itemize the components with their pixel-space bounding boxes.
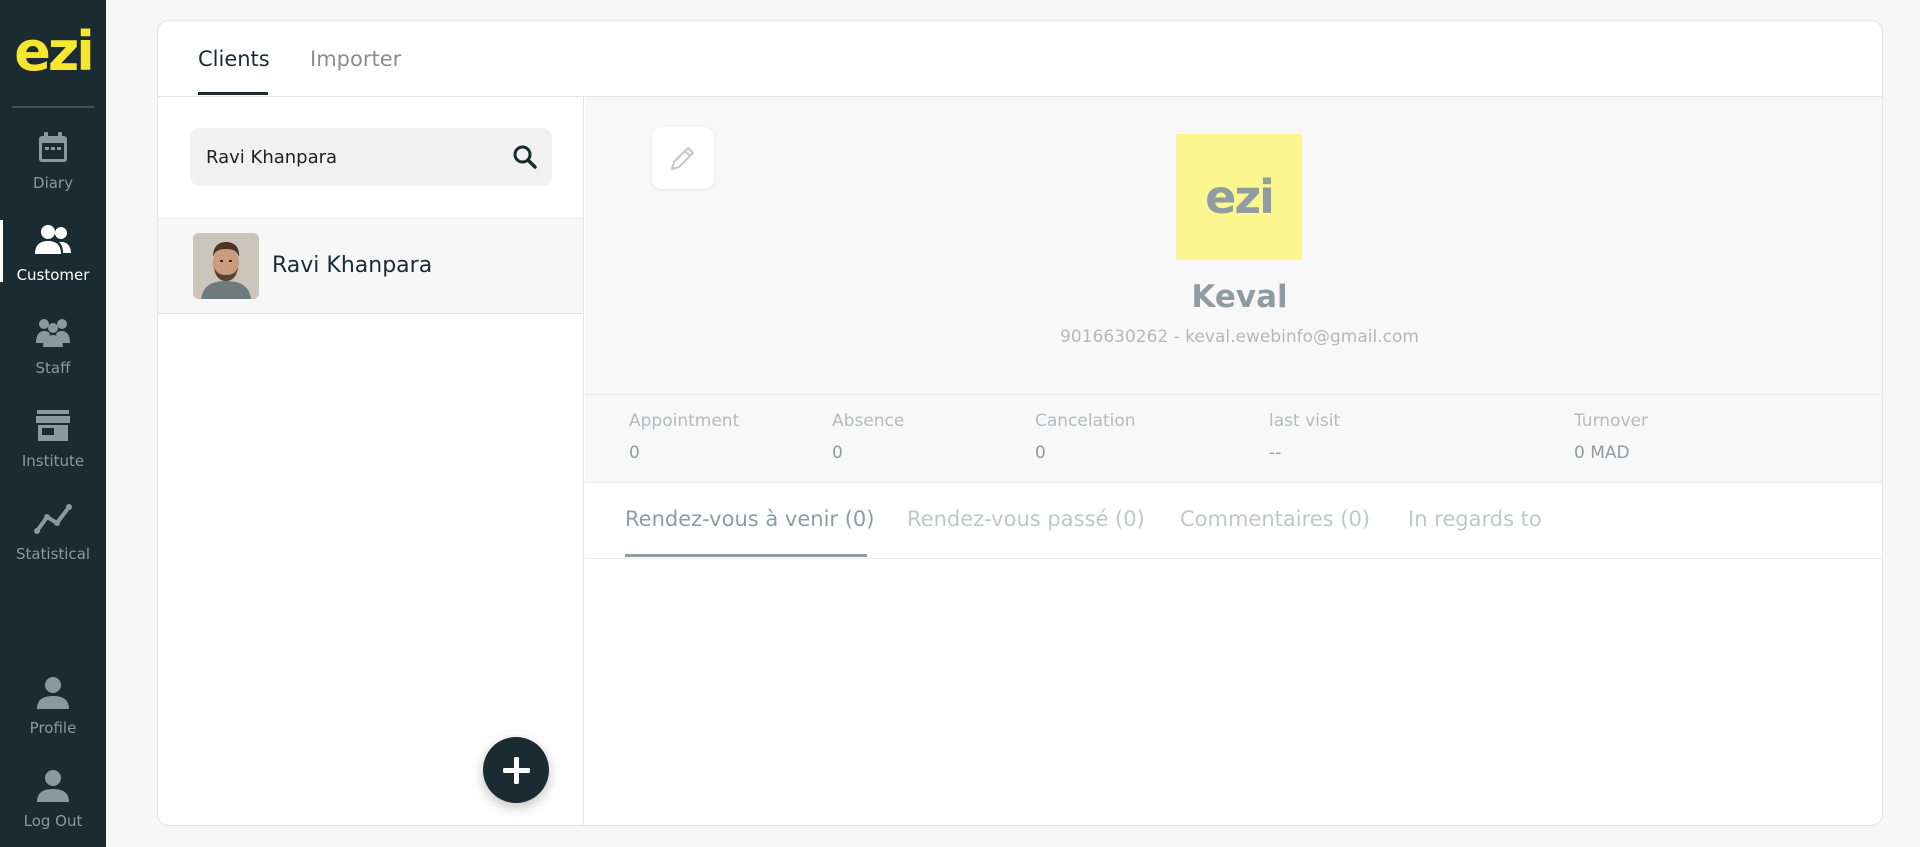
sidebar-item-staff[interactable]: Staff	[0, 313, 106, 393]
avatar	[193, 233, 259, 299]
stats-bar: Appointment 0 Absence 0 Cancelation 0 la…	[585, 395, 1882, 483]
store-icon	[36, 410, 70, 441]
stat-label: Turnover	[1574, 411, 1648, 431]
calendar-icon	[39, 132, 67, 162]
search-input[interactable]	[190, 128, 490, 186]
stat-turnover: Turnover 0 MAD	[1574, 411, 1648, 463]
sidebar-item-label: Statistical	[15, 545, 91, 563]
stat-label: Absence	[832, 411, 905, 431]
sidebar-item-profile[interactable]: Profile	[0, 673, 106, 753]
profile-picture: ezi	[1176, 134, 1302, 260]
sidebar-item-label: Log Out	[23, 812, 83, 830]
stat-value: 0	[629, 443, 640, 463]
tab-clients[interactable]: Clients	[198, 47, 270, 71]
stat-absence: Absence 0	[832, 411, 904, 463]
logout-person-icon	[37, 770, 69, 802]
add-client-button[interactable]	[483, 737, 549, 803]
sidebar-item-label: Profile	[29, 719, 77, 737]
plus-icon	[503, 757, 530, 784]
sidebar-item-customer[interactable]: Customer	[0, 220, 106, 300]
active-tab-indicator	[198, 92, 268, 95]
sidebar-item-institute[interactable]: Institute	[0, 406, 106, 486]
sidebar-divider	[12, 106, 94, 108]
main-tabs: Clients Importer	[158, 21, 1882, 97]
sidebar-item-statistical[interactable]: Statistical	[0, 499, 106, 579]
stat-value: 0	[1035, 443, 1046, 463]
sidebar-item-label: Institute	[21, 452, 85, 470]
search-icon[interactable]	[512, 144, 538, 170]
client-name: Ravi Khanpara	[272, 253, 433, 278]
sidebar-item-diary[interactable]: Diary	[0, 128, 106, 208]
sidebar-item-label: Diary	[33, 174, 73, 192]
tab-comments[interactable]: Commentaires (0)	[1180, 507, 1370, 531]
stat-label: Appointment	[629, 411, 740, 431]
edit-button[interactable]	[652, 127, 714, 189]
profile-header: ezi Keval 9016630262 - keval.ewebinfo@gm…	[585, 97, 1882, 395]
active-subtab-indicator	[625, 554, 867, 557]
sidebar-item-label: Staff	[35, 359, 71, 377]
client-list-panel: Ravi Khanpara	[158, 97, 584, 825]
app-logo[interactable]: ezi	[0, 22, 106, 82]
staff-icon	[36, 319, 70, 347]
stat-label: last visit	[1269, 411, 1341, 431]
tab-in-regards-to[interactable]: In regards to	[1408, 507, 1542, 531]
tab-past-appointments[interactable]: Rendez-vous passé (0)	[907, 507, 1145, 531]
stat-label: Cancelation	[1035, 411, 1136, 431]
clients-card: Clients Importer Ravi Khanpara Ravi Khan…	[157, 20, 1883, 826]
sidebar-item-logout[interactable]: Log Out	[0, 766, 106, 846]
sidebar-item-label: Customer	[16, 266, 90, 284]
stat-last-visit: last visit --	[1269, 411, 1340, 463]
client-detail-panel: ezi Keval 9016630262 - keval.ewebinfo@gm…	[585, 97, 1882, 825]
pencil-icon	[671, 147, 694, 170]
tab-upcoming-appointments[interactable]: Rendez-vous à venir (0)	[625, 507, 874, 531]
stat-value: 0 MAD	[1574, 443, 1630, 463]
chart-line-icon	[34, 504, 72, 534]
client-list-item[interactable]: Ravi Khanpara	[158, 218, 583, 314]
stat-value: 0	[832, 443, 843, 463]
person-icon	[37, 677, 69, 709]
users-icon	[35, 225, 71, 254]
profile-contact: 9016630262 - keval.ewebinfo@gmail.com	[1060, 327, 1419, 347]
detail-tabs: Rendez-vous à venir (0) Rendez-vous pass…	[585, 483, 1882, 559]
stat-value: --	[1269, 443, 1282, 463]
sidebar: ezi Diary Customer Staff Institute Stati…	[0, 0, 106, 847]
tab-importer[interactable]: Importer	[310, 47, 401, 71]
stat-cancelation: Cancelation 0	[1035, 411, 1136, 463]
profile-name: Keval	[1191, 279, 1288, 315]
stat-appointment: Appointment 0	[629, 411, 739, 463]
search-box	[190, 128, 552, 186]
